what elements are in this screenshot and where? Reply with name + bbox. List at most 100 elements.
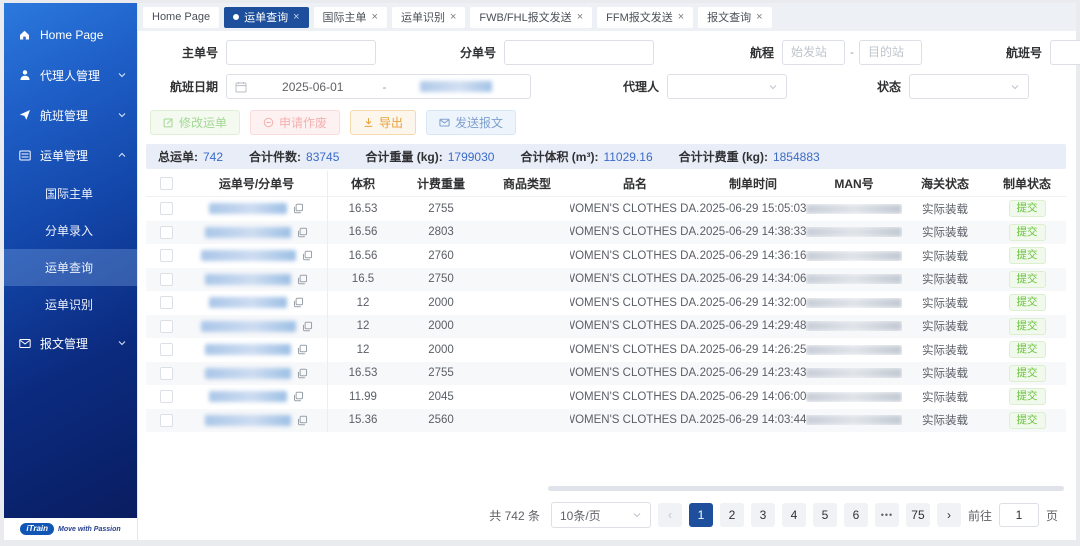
copy-icon[interactable]: [297, 344, 308, 355]
page-button-6[interactable]: 6: [843, 503, 868, 527]
tab-close-icon[interactable]: ×: [756, 11, 762, 23]
tab-close-icon[interactable]: ×: [678, 11, 684, 23]
copy-icon[interactable]: [302, 321, 313, 332]
row-checkbox[interactable]: [159, 296, 173, 310]
status-badge[interactable]: 提交: [1008, 364, 1046, 382]
copy-icon[interactable]: [297, 227, 308, 238]
row-checkbox[interactable]: [159, 343, 173, 357]
export-button[interactable]: 导出: [350, 110, 417, 135]
agent-select[interactable]: [667, 74, 787, 99]
sidebar-item-house-entry[interactable]: 分单录入: [4, 212, 137, 249]
status-badge[interactable]: 提交: [1008, 411, 1046, 429]
page-button-2[interactable]: 2: [719, 503, 744, 527]
tab-close-icon[interactable]: ×: [577, 11, 583, 23]
sidebar-item-home[interactable]: Home Page: [4, 15, 137, 55]
tab-4[interactable]: FWB/FHL报文发送 ×: [470, 6, 593, 28]
row-checkbox[interactable]: [159, 225, 173, 239]
summary-label: 总运单:: [158, 150, 198, 164]
master-no-label: 主单号: [181, 45, 218, 60]
status-badge[interactable]: 提交: [1008, 341, 1046, 359]
summary-value: 11029.16: [603, 149, 653, 164]
flight-no-input[interactable]: [1050, 39, 1080, 65]
status-badge[interactable]: 提交: [1008, 317, 1046, 335]
tab-5[interactable]: FFM报文发送 ×: [597, 6, 694, 28]
table-row[interactable]: 16.5 2750 WOMEN'S CLOTHES DA... 2025-06-29 …: [146, 267, 1066, 291]
flight-date-range-input[interactable]: 2025-06-01 -: [226, 74, 531, 99]
send-message-button[interactable]: 发送报文: [426, 110, 517, 135]
tab-3[interactable]: 运单识别 ×: [391, 6, 466, 28]
tab-2[interactable]: 国际主单 ×: [313, 6, 387, 28]
more-pages-button[interactable]: •••: [874, 503, 899, 527]
tab-1[interactable]: 运单查询 ×: [224, 6, 309, 28]
status-badge[interactable]: 提交: [1008, 294, 1046, 312]
status-badge[interactable]: 提交: [1008, 247, 1046, 265]
apply-void-button[interactable]: 申请作废: [250, 110, 341, 135]
sidebar-item-international-master[interactable]: 国际主单: [4, 175, 137, 212]
volume-cell: 12: [356, 296, 370, 309]
row-checkbox-cell: [146, 225, 186, 239]
sidebar-item-flight-management[interactable]: 航班管理: [4, 95, 137, 135]
sidebar-item-waybill-recognition[interactable]: 运单识别: [4, 286, 137, 323]
page-button-4[interactable]: 4: [781, 503, 806, 527]
copy-icon[interactable]: [293, 203, 304, 214]
page-button-1[interactable]: 1: [688, 503, 713, 527]
man-no-cell: [806, 297, 902, 308]
copy-icon[interactable]: [293, 391, 304, 402]
select-all-checkbox[interactable]: [159, 177, 173, 190]
doc-status-cell: 提交: [988, 388, 1066, 406]
sidebar-item-waybill-management[interactable]: 运单管理: [4, 135, 137, 175]
tab-6[interactable]: 报文查询 ×: [698, 6, 772, 28]
table-row[interactable]: 12 2000 WOMEN'S CLOTHES DA... 2025-06-29 14…: [146, 338, 1066, 362]
page-button-75[interactable]: 75: [905, 503, 930, 527]
table-row[interactable]: 16.56 2803 WOMEN'S CLOTHES DA... 2025-06-29…: [146, 220, 1066, 244]
copy-icon[interactable]: [297, 274, 308, 285]
copy-icon[interactable]: [297, 368, 308, 379]
horizontal-scrollbar-thumb[interactable]: [548, 486, 1064, 491]
status-badge[interactable]: 提交: [1008, 388, 1046, 406]
tab-close-icon[interactable]: ×: [450, 11, 456, 23]
row-checkbox[interactable]: [159, 249, 173, 263]
copy-icon[interactable]: [297, 415, 308, 426]
table-row[interactable]: 16.53 2755 WOMEN'S CLOTHES DA... 2025-06-29…: [146, 361, 1066, 385]
sidebar-item-message-management[interactable]: 报文管理: [4, 323, 137, 363]
copy-icon[interactable]: [293, 297, 304, 308]
status-badge[interactable]: 提交: [1008, 223, 1046, 241]
table-row[interactable]: 15.36 2560 WOMEN'S CLOTHES DA... 2025-06-29…: [146, 408, 1066, 432]
row-checkbox[interactable]: [159, 319, 173, 333]
doc-status-cell: 提交: [988, 223, 1066, 241]
table-row[interactable]: 12 2000 WOMEN'S CLOTHES DA... 2025-06-29 14…: [146, 314, 1066, 338]
tab-0[interactable]: Home Page: [143, 6, 220, 28]
sidebar-item-agent-management[interactable]: 代理人管理: [4, 55, 137, 95]
route-from-input[interactable]: [782, 39, 845, 65]
status-badge[interactable]: 提交: [1008, 270, 1046, 288]
master-no-input[interactable]: [226, 39, 376, 65]
plane-icon: [17, 109, 32, 122]
row-checkbox[interactable]: [159, 390, 173, 404]
row-checkbox[interactable]: [159, 202, 173, 216]
prev-page-button[interactable]: ‹: [657, 503, 682, 527]
table-row[interactable]: 12 2000 WOMEN'S CLOTHES DA... 2025-06-29 14…: [146, 291, 1066, 315]
table-row[interactable]: 16.56 2760 WOMEN'S CLOTHES DA... 2025-06-29…: [146, 244, 1066, 268]
copy-icon[interactable]: [302, 250, 313, 261]
table-row[interactable]: 11.99 2045 WOMEN'S CLOTHES DA... 2025-06-29…: [146, 385, 1066, 409]
page-button-3[interactable]: 3: [750, 503, 775, 527]
modify-waybill-button[interactable]: 修改运单: [150, 110, 241, 135]
summary-item: 总运单: 742: [158, 148, 223, 165]
sidebar-item-waybill-query[interactable]: 运单查询: [4, 249, 137, 286]
house-no-input[interactable]: [504, 39, 654, 65]
page-size-select[interactable]: 10条/页: [550, 502, 651, 528]
route-to-input[interactable]: [859, 39, 922, 65]
row-checkbox[interactable]: [159, 272, 173, 286]
next-page-button[interactable]: ›: [936, 503, 961, 527]
left-column: Home Page 代理人管理 航班管理 运单管理 国际主单 分单录入 运单查询…: [4, 3, 137, 540]
row-checkbox[interactable]: [159, 413, 173, 427]
jump-page-input[interactable]: [998, 503, 1039, 527]
man-no-cell: [806, 203, 902, 214]
status-select[interactable]: [909, 74, 1029, 99]
row-checkbox[interactable]: [159, 366, 173, 380]
page-button-5[interactable]: 5: [812, 503, 837, 527]
tab-close-icon[interactable]: ×: [293, 11, 299, 23]
status-badge[interactable]: 提交: [1008, 200, 1046, 218]
tab-close-icon[interactable]: ×: [372, 11, 378, 23]
table-row[interactable]: 16.53 2755 WOMEN'S CLOTHES DA... 2025-06-29…: [146, 197, 1066, 221]
